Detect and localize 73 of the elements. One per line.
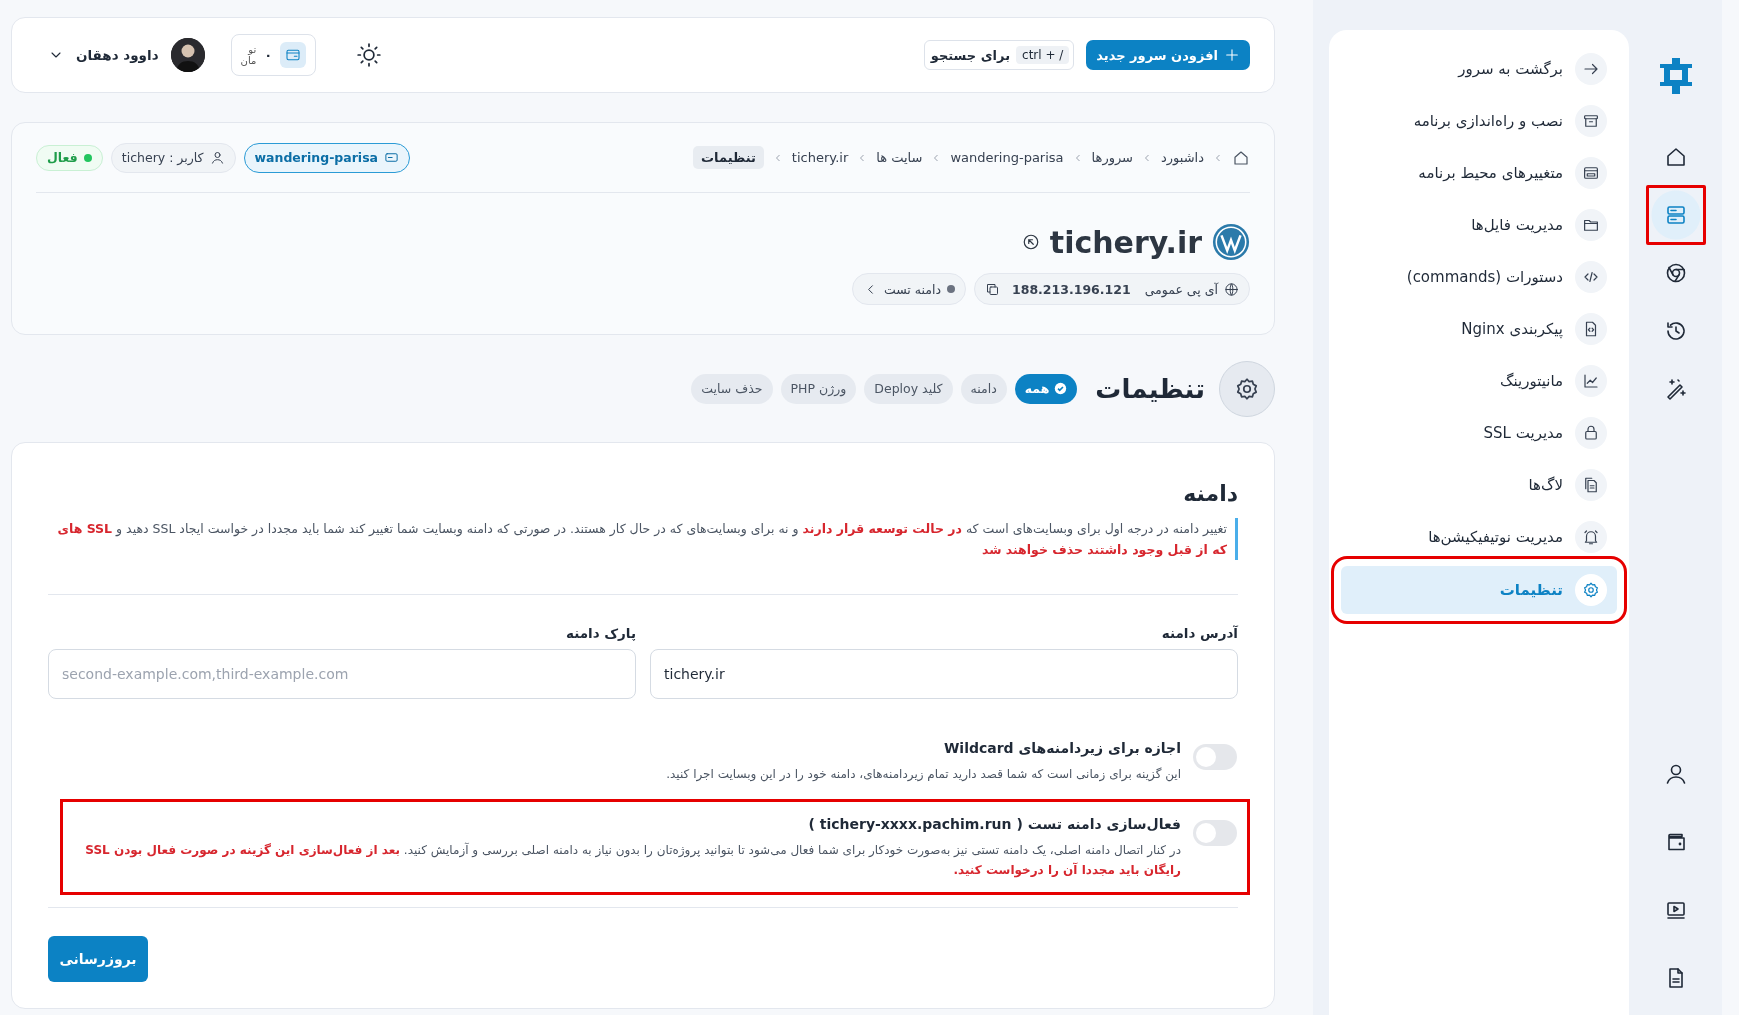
domain-address-field[interactable]: tichery.ir <box>650 649 1238 699</box>
filter-tab[interactable]: کلید Deploy <box>864 373 953 404</box>
sidebar-item[interactable]: لاگ‌ها <box>1341 462 1617 508</box>
warning-note: تغییر دامنه در درجه اول برای وبسایت‌های است که در حالت توسعه قرار دارند و نه برای وبسایت‌های که در حال کار هستند. در صورتی که دامنه وبسایت شما تغییر کند شما باید مجددا در خواست ایجاد SSL دهید و SSL های که از قبل وجود داشتند حذف خواهند شد <box>48 518 1238 560</box>
field-label: پارک دامنه <box>564 625 636 641</box>
option-title: اجازه برای زیردامنه‌های Wildcard <box>942 740 1181 756</box>
sun-icon[interactable] <box>356 42 383 68</box>
bell-icon <box>1575 521 1607 553</box>
browser-window-icon <box>1575 157 1607 189</box>
server-button[interactable] <box>1645 185 1706 245</box>
archive-icon <box>1575 105 1607 137</box>
breadcrumb-link[interactable]: سرورها <box>1091 150 1133 165</box>
avatar[interactable] <box>170 38 205 72</box>
sidebar-item[interactable]: تنظیمات <box>1341 566 1617 614</box>
currency-label: مان <box>240 55 257 66</box>
sidebar-item[interactable]: مانیتورینگ <box>1341 358 1617 404</box>
breadcrumb-link[interactable]: سایت ها <box>876 150 923 165</box>
plus-icon <box>1224 47 1240 63</box>
breadcrumb-link[interactable]: تنظیمات <box>693 146 764 169</box>
option-description: در کنار اتصال دامنه اصلی، یک دامنه تستی نیز به‌صورت خودکار برای شما فعال می‌شود تا بتوانید پروژه‌تان را بدون نیاز به دامنه اصلی بررسی و آزمایش کنید. بعد از فعال‌سازی این گزینه در صورت فعال بودن SSL رایگان باید مجددا آن را درخواست کنید. <box>84 841 1181 880</box>
sidebar-item[interactable]: برگشت به سرور <box>1341 46 1617 92</box>
test-domain-chip[interactable]: دامنه تست <box>851 273 966 305</box>
copy-icon[interactable] <box>985 281 1000 297</box>
sidebar-item[interactable]: پیکربندی Nginx <box>1341 306 1617 352</box>
breadcrumb-link[interactable]: داشبورد <box>1161 150 1204 165</box>
ip-address: 188.213.196.121 <box>1012 281 1131 297</box>
domain-park-field[interactable]: second-example.com,third-example.com <box>48 649 636 699</box>
lock-icon <box>1575 417 1607 449</box>
update-button[interactable]: بروزرسانی <box>48 936 148 982</box>
settings-icon <box>1575 574 1607 606</box>
user-icon <box>209 150 225 165</box>
option-description: این گزینه برای زمانی است که شما قصد دارید تمام زیردامنه‌های، دامنه خود را در این وبسایت اجرا کنید. <box>665 766 1181 784</box>
shortcut-key: ctrl + / <box>1016 46 1070 64</box>
sidebar-item[interactable]: نصب و راه‌اندازی برنامه <box>1341 98 1617 144</box>
wallet-icon <box>280 42 307 68</box>
user-chip-label: کاربر : tichery <box>121 150 204 165</box>
balance-amount: ۰ <box>264 47 273 63</box>
sidebar-item[interactable]: مدیریت فایل‌ها <box>1341 202 1617 248</box>
toggle-switch[interactable] <box>1193 744 1237 770</box>
section-title: دامنه <box>1182 481 1238 506</box>
search-label: برای جستجو <box>930 47 1011 63</box>
currency-label: تو <box>247 44 257 55</box>
filter-tab[interactable]: دامنه <box>960 373 1007 404</box>
status-badge: فعال <box>36 144 103 171</box>
sidebar-item[interactable]: مدیریت نوتیفیکیشن‌ها <box>1341 514 1617 560</box>
field-label: آدرس دامنه <box>1160 625 1238 641</box>
copy-file-icon <box>1575 469 1607 501</box>
page-title: تنظیمات <box>1095 373 1205 404</box>
globe-icon <box>1224 281 1239 297</box>
user-name[interactable]: داوود دهقان <box>76 47 159 63</box>
filter-tab[interactable]: ورژن PHP <box>780 373 857 404</box>
filter-tab[interactable]: همه <box>1014 373 1078 404</box>
filter-tab[interactable]: حذف سایت <box>691 373 773 404</box>
site-logo-icon <box>1212 223 1250 261</box>
server-icon <box>384 150 400 165</box>
breadcrumb-link[interactable]: tichery.ir <box>791 150 849 165</box>
external-link-icon[interactable] <box>1021 233 1040 251</box>
sidebar-item[interactable]: متغییرهای محیط برنامه <box>1341 150 1617 196</box>
sidebar-item[interactable]: مدیریت SSL <box>1341 410 1617 456</box>
sidebar-item[interactable]: دستورات (commands) <box>1341 254 1617 300</box>
code-icon <box>1575 261 1607 293</box>
option-title: فعال‌سازی دامنه تست ( tichery-xxxx.pachim.run ) <box>807 816 1181 832</box>
ip-label: آی پی عمومی <box>1144 281 1218 297</box>
site-title: tichery.ir <box>1049 224 1202 260</box>
line-chart-icon <box>1575 365 1607 397</box>
code-file-icon <box>1575 313 1607 345</box>
toggle-switch[interactable] <box>1193 820 1237 846</box>
check-circle-icon <box>1054 382 1068 395</box>
server-chip[interactable]: wandering-parisa <box>243 142 411 173</box>
test-domain-label: دامنه تست <box>883 281 941 297</box>
add-server-button[interactable]: افزودن سرور جدید <box>1086 40 1250 70</box>
folder-icon <box>1575 209 1607 241</box>
breadcrumb-link[interactable]: wandering-parisa <box>950 150 1064 165</box>
